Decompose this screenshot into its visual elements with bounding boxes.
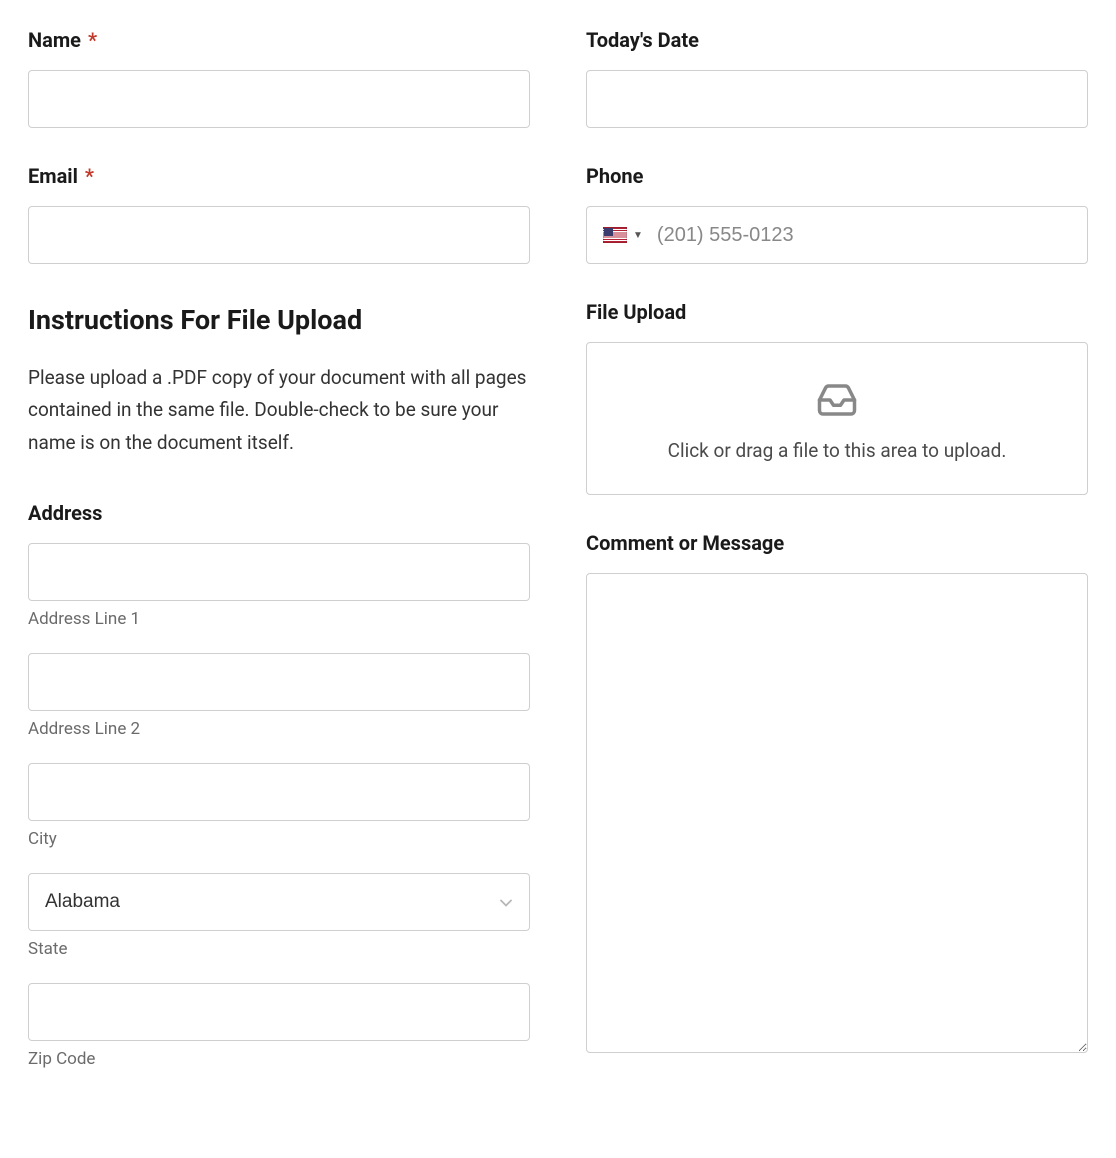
required-star: * (85, 164, 94, 188)
instructions-heading: Instructions For File Upload (28, 304, 530, 336)
city-input[interactable] (28, 763, 530, 821)
email-label: Email * (28, 164, 530, 188)
phone-label: Phone (586, 164, 1088, 188)
state-sublabel: State (28, 939, 530, 959)
date-input[interactable] (586, 70, 1088, 128)
phone-field: Phone ▼ (586, 164, 1088, 264)
date-label: Today's Date (586, 28, 1088, 52)
phone-input[interactable] (657, 224, 1071, 247)
file-upload-dropzone[interactable]: Click or drag a file to this area to upl… (586, 342, 1088, 495)
state-select-wrap: Alabama (28, 873, 530, 931)
email-input[interactable] (28, 206, 530, 264)
name-field: Name * (28, 28, 530, 128)
instructions-text: Please upload a .PDF copy of your docume… (28, 362, 530, 459)
city-sublabel: City (28, 829, 530, 849)
address-line1-row: Address Line 1 (28, 543, 530, 629)
address-line2-row: Address Line 2 (28, 653, 530, 739)
required-star: * (88, 28, 97, 52)
address-line1-sublabel: Address Line 1 (28, 609, 530, 629)
country-flag-dropdown[interactable]: ▼ (603, 227, 643, 243)
email-field: Email * (28, 164, 530, 264)
zip-sublabel: Zip Code (28, 1049, 530, 1069)
file-upload-label: File Upload (586, 300, 1088, 324)
name-input[interactable] (28, 70, 530, 128)
email-label-text: Email (28, 164, 78, 188)
address-line2-sublabel: Address Line 2 (28, 719, 530, 739)
state-row: Alabama State (28, 873, 530, 959)
file-upload-text: Click or drag a file to this area to upl… (668, 439, 1007, 462)
right-column: Today's Date Phone ▼ File Upload (586, 28, 1088, 1069)
name-label: Name * (28, 28, 530, 52)
file-upload-field: File Upload Click or drag a file to this… (586, 300, 1088, 495)
left-column: Name * Email * Instructions For File Upl… (28, 28, 530, 1069)
zip-row: Zip Code (28, 983, 530, 1069)
comment-textarea[interactable] (586, 573, 1088, 1053)
date-field: Today's Date (586, 28, 1088, 128)
us-flag-icon (603, 227, 627, 243)
instructions-section: Instructions For File Upload Please uplo… (28, 300, 530, 501)
address-line2-input[interactable] (28, 653, 530, 711)
comment-label: Comment or Message (586, 531, 1088, 555)
name-label-text: Name (28, 28, 81, 52)
inbox-icon (816, 379, 858, 425)
chevron-down-icon: ▼ (633, 230, 643, 241)
address-line1-input[interactable] (28, 543, 530, 601)
address-section: Address Address Line 1 Address Line 2 Ci… (28, 501, 530, 1069)
phone-input-wrap: ▼ (586, 206, 1088, 264)
state-select[interactable]: Alabama (28, 873, 530, 931)
city-row: City (28, 763, 530, 849)
zip-input[interactable] (28, 983, 530, 1041)
comment-field: Comment or Message (586, 531, 1088, 1057)
address-label: Address (28, 501, 530, 525)
